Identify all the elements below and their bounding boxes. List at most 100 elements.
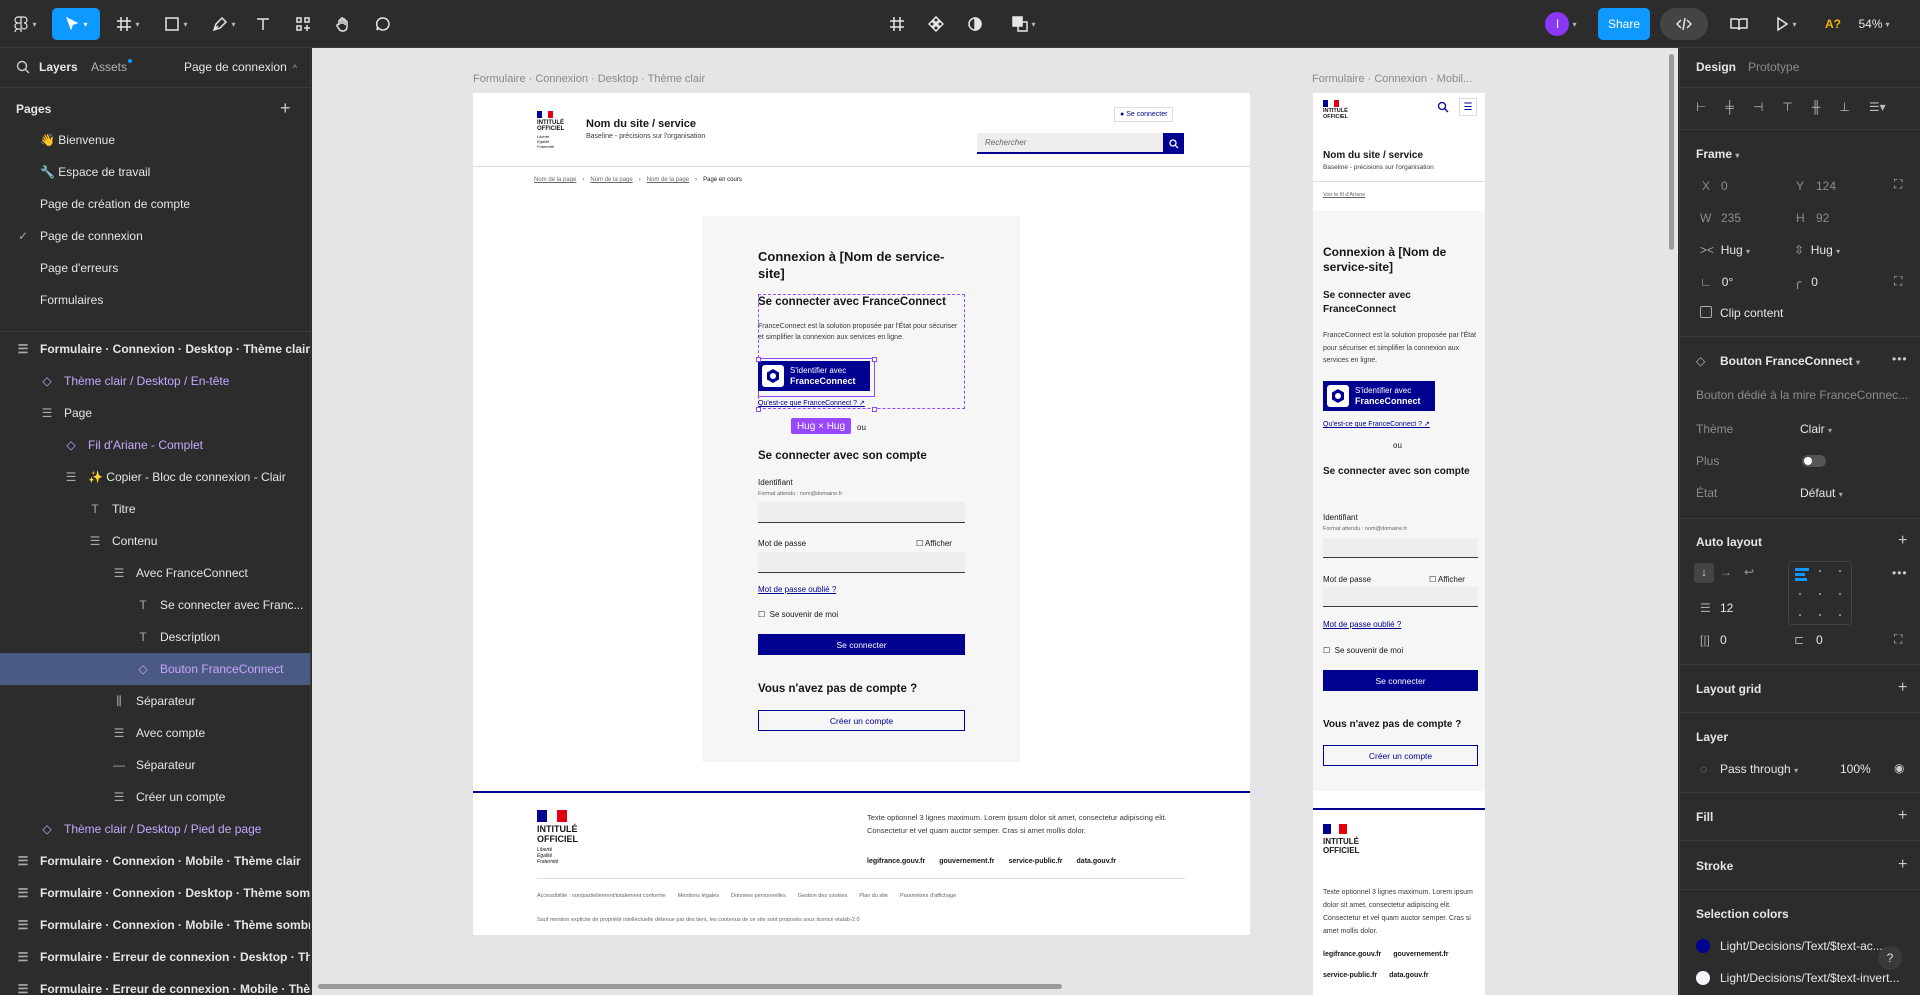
add-stroke-icon[interactable]: + — [1898, 856, 1907, 874]
footer-bottom-link[interactable]: Plan du site — [859, 893, 888, 899]
layer-login-block[interactable]: ☰ ✨ Copier - Bloc de connexion - Clair — [0, 461, 310, 493]
forgot-password-link[interactable]: Mot de passe oublié ? — [758, 585, 836, 594]
mobile-site-name[interactable]: Nom du site / service — [1323, 150, 1423, 161]
layer-description[interactable]: T Description — [0, 621, 310, 653]
layer-bouton-franceconnect[interactable]: ◇ Bouton FranceConnect — [0, 653, 310, 685]
search-icon[interactable] — [16, 60, 30, 74]
padding-vertical-input[interactable]: 0 — [1816, 633, 1823, 647]
page-item-espace-de-travail[interactable]: 🔧 Espace de travail — [0, 156, 310, 188]
show-password-toggle[interactable]: ☐ Afficher — [916, 539, 952, 548]
h-input[interactable]: 92 — [1816, 211, 1829, 225]
auto-layout-more-icon[interactable]: ••• — [1892, 566, 1908, 580]
blend-mode-dropdown[interactable]: Pass through ▾ — [1720, 762, 1798, 776]
y-input[interactable]: 124 — [1816, 179, 1836, 193]
layer-frame-mobile-clair[interactable]: ☰ Formulaire · Connexion · Mobile · Thème… — [0, 845, 310, 877]
component-name-dropdown[interactable]: Bouton FranceConnect ▾ — [1720, 354, 1860, 368]
layer-frame-erreur-mobile[interactable]: ☰ Formulaire · Erreur de connexion · Mobi… — [0, 973, 310, 995]
boolean-button[interactable]: ▾ — [1006, 8, 1042, 40]
constraints-icon[interactable]: ⛶ — [1894, 177, 1902, 192]
align-left-icon[interactable]: ⊢ — [1696, 100, 1706, 114]
layer-frame-mobile-sombre[interactable]: ☰ Formulaire · Connexion · Mobile · Thème… — [0, 909, 310, 941]
page-item-creation-compte[interactable]: Page de création de compte — [0, 188, 310, 220]
login-submit-button[interactable]: Se connecter — [758, 634, 965, 655]
tab-layers[interactable]: Layers — [39, 60, 78, 74]
layer-avec-compte[interactable]: ☰ Avec compte — [0, 717, 310, 749]
site-name[interactable]: Nom du site / service — [586, 118, 696, 130]
clip-content-checkbox[interactable] — [1700, 306, 1712, 318]
grid-view-button[interactable] — [886, 8, 908, 40]
layer-frame-desktop-clair[interactable]: ☰ Formulaire · Connexion · Desktop · Thèm… — [0, 333, 310, 365]
w-input[interactable]: 235 — [1721, 211, 1741, 225]
color-swatch[interactable] — [1696, 971, 1710, 985]
mobile-forgot-password-link[interactable]: Mot de passe oublié ? — [1323, 620, 1401, 629]
shape-tool-button[interactable]: ▾ — [158, 8, 194, 40]
mobile-franceconnect-button[interactable]: S'identifier avec FranceConnect — [1323, 381, 1435, 411]
breadcrumb-link[interactable]: Nom de la page — [590, 177, 632, 183]
components-button[interactable] — [925, 8, 947, 40]
mobile-frame[interactable]: INTITULÉ OFFICIEL ☰ Nom du site / servic… — [1313, 93, 1485, 995]
breadcrumb-link[interactable]: Nom de la page — [534, 177, 576, 183]
user-avatar-button[interactable]: I ▾ — [1540, 8, 1582, 40]
align-bottom-icon[interactable]: ⊥ — [1839, 100, 1849, 114]
mobile-password-input[interactable] — [1323, 587, 1478, 607]
pen-tool-button[interactable]: ▾ — [206, 8, 242, 40]
layer-avec-franceconnect[interactable]: ☰ Avec FranceConnect — [0, 557, 310, 589]
page-item-bienvenue[interactable]: 👋 Bienvenue — [0, 124, 310, 156]
comment-tool-button[interactable] — [372, 8, 394, 40]
layer-frame-erreur-desktop[interactable]: ☰ Formulaire · Erreur de connexion · Desk… — [0, 941, 310, 973]
franceconnect-button[interactable]: S'identifier avec FranceConnect — [758, 361, 870, 391]
color-swatch[interactable] — [1696, 939, 1710, 953]
mobile-remember-me-checkbox[interactable]: ☐ Se souvenir de moi — [1323, 646, 1403, 655]
layer-footer-instance[interactable]: ◇ Thème clair / Desktop / Pied de page — [0, 813, 310, 845]
footer-bottom-link[interactable]: Paramètres d'affichage — [900, 893, 956, 899]
vertical-scrollbar[interactable] — [1669, 54, 1674, 250]
height-resizing-dropdown[interactable]: ⇳ Hug ▾ — [1794, 243, 1840, 257]
add-fill-icon[interactable]: + — [1898, 807, 1907, 825]
mobile-show-password-toggle[interactable]: ☐ Afficher — [1429, 575, 1465, 584]
share-button[interactable]: Share — [1598, 8, 1650, 40]
footer-link[interactable]: gouvernement.fr — [1393, 951, 1448, 958]
direction-horizontal-icon[interactable]: → — [1720, 565, 1732, 579]
frame-label-mobile[interactable]: Formulaire · Connexion · Mobil... — [1312, 73, 1472, 85]
individual-padding-icon[interactable]: ⛶ — [1894, 632, 1902, 647]
mobile-identifiant-input[interactable] — [1323, 538, 1478, 558]
frame-label-desktop[interactable]: Formulaire · Connexion · Desktop · Thème… — [473, 73, 705, 85]
opacity-input[interactable]: 100% — [1840, 762, 1871, 776]
page-item-connexion[interactable]: ✓ Page de connexion — [0, 220, 310, 252]
footer-bottom-link[interactable]: Accessibilité : non/partiellement/totale… — [537, 893, 666, 899]
text-tool-button[interactable] — [252, 8, 274, 40]
dev-mode-toggle[interactable] — [1660, 8, 1708, 40]
layer-creer-compte[interactable]: ☰ Créer un compte — [0, 781, 310, 813]
padding-horizontal-input[interactable]: 0 — [1720, 633, 1727, 647]
theme-toggle-button[interactable] — [964, 8, 986, 40]
add-page-icon[interactable]: + — [280, 98, 291, 119]
layer-contenu[interactable]: ☰ Contenu — [0, 525, 310, 557]
resize-handle[interactable] — [756, 357, 761, 362]
page-switcher[interactable]: Page de connexion ^ — [184, 60, 297, 74]
layer-breadcrumb-instance[interactable]: ◇ Fil d'Ariane - Complet — [0, 429, 310, 461]
password-input[interactable] — [758, 552, 965, 573]
direction-vertical-icon[interactable]: ↓ — [1694, 563, 1714, 583]
footer-link[interactable]: legifrance.gouv.fr — [1323, 951, 1381, 958]
resize-handle[interactable] — [872, 407, 877, 412]
header-login-link[interactable]: ● Se connecter — [1114, 107, 1174, 122]
fc-what-link[interactable]: Qu'est-ce que FranceConnect ? ↗ — [758, 399, 865, 407]
main-menu-button[interactable]: ▾ — [8, 8, 42, 40]
prop-plus-toggle[interactable] — [1802, 455, 1826, 467]
alignment-grid[interactable] — [1788, 561, 1852, 625]
mobile-breadcrumb-link[interactable]: Voir le fil d'Ariane — [1323, 192, 1365, 198]
rotation-input[interactable]: ∟ 0° — [1700, 275, 1733, 289]
tab-design[interactable]: Design — [1696, 60, 1736, 74]
footer-link[interactable]: service-public.fr — [1323, 972, 1377, 979]
add-layout-grid-icon[interactable]: + — [1898, 679, 1907, 697]
footer-link[interactable]: gouvernement.fr — [939, 858, 994, 865]
footer-link[interactable]: data.gouv.fr — [1077, 858, 1117, 865]
design-canvas[interactable]: Formulaire · Connexion · Desktop · Thème… — [312, 48, 1678, 995]
add-auto-layout-icon[interactable]: + — [1898, 532, 1907, 550]
more-options-icon[interactable]: ••• — [1892, 352, 1908, 366]
width-resizing-dropdown[interactable]: >< Hug ▾ — [1700, 243, 1750, 257]
footer-bottom-link[interactable]: Gestion des cookies — [798, 893, 848, 899]
help-button[interactable]: ? — [1878, 946, 1902, 970]
footer-bottom-link[interactable]: Données personnelles — [731, 893, 786, 899]
layer-titre[interactable]: T Titre — [0, 493, 310, 525]
